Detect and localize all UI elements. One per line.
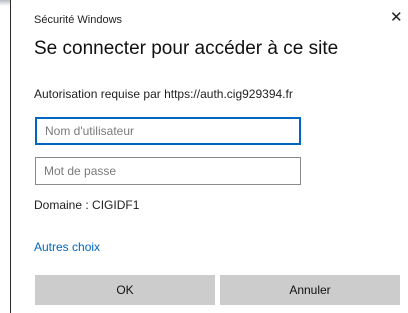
dialog-title: Se connecter pour accéder à ce site [34, 38, 339, 59]
ok-button[interactable]: OK [35, 275, 215, 305]
more-choices-link[interactable]: Autres choix [34, 240, 100, 254]
dialog-caption: Sécurité Windows [34, 14, 123, 26]
domain-label: Domaine : CIGIDF1 [34, 198, 140, 212]
authorization-text: Autorisation requise par https://auth.ci… [34, 87, 293, 101]
username-input[interactable] [35, 117, 301, 145]
close-icon[interactable]: ✕ [390, 10, 404, 25]
password-input[interactable] [35, 157, 301, 185]
credential-dialog: Sécurité Windows ✕ Se connecter pour acc… [10, 0, 408, 313]
cancel-button[interactable]: Annuler [220, 275, 400, 305]
